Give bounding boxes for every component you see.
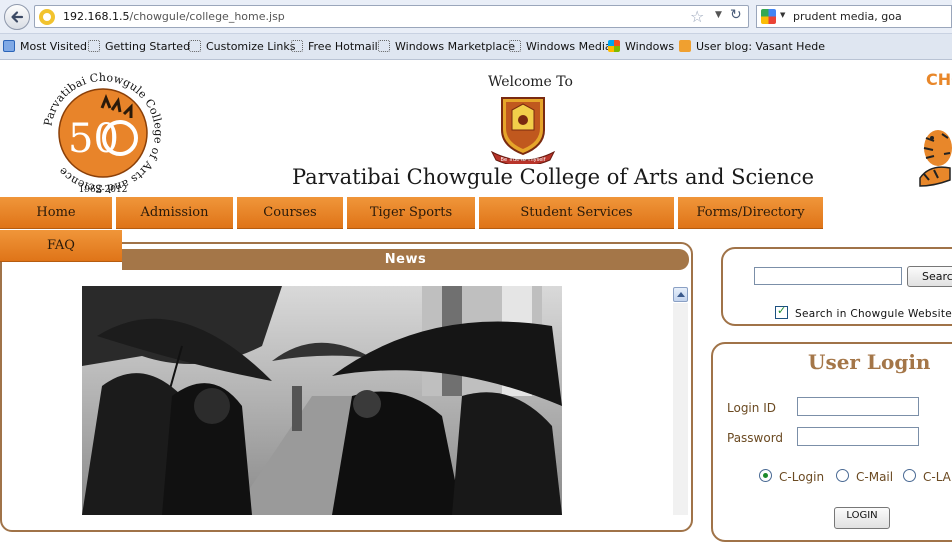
windows-icon [608, 40, 620, 52]
radio-c-login-label: C-Login [779, 470, 825, 484]
login-id-input[interactable] [797, 397, 919, 416]
bookmark-windows[interactable]: Windows [608, 40, 674, 53]
search-website-checkbox[interactable] [775, 304, 788, 319]
radio-c-la-label: C-LA [923, 470, 951, 484]
password-label: Password [727, 431, 784, 445]
svg-text:Be True to Thyself: Be True to Thyself [501, 157, 546, 163]
rss-icon [679, 40, 691, 52]
url-dropdown-icon[interactable]: ▼ [715, 10, 722, 20]
engine-dropdown-icon[interactable]: ▼ [780, 11, 785, 19]
bookmark-most-visited[interactable]: Most Visited [3, 40, 87, 53]
login-id-label: Login ID [727, 401, 776, 415]
scroll-up-arrow-icon[interactable] [673, 287, 688, 302]
back-arrow-icon [11, 11, 24, 23]
menu-admission[interactable]: Admission [116, 197, 233, 228]
page-icon [291, 40, 303, 52]
reload-icon[interactable]: ↻ [730, 7, 742, 23]
radio-c-login[interactable] [759, 469, 772, 482]
menu-student-services[interactable]: Student Services [479, 197, 674, 228]
svg-text:1962-2012: 1962-2012 [79, 185, 128, 195]
bookmark-customize-links[interactable]: Customize Links [189, 40, 296, 53]
address-bar[interactable]: 192.168.1.5/chowgule/college_home.jsp ☆ … [34, 5, 749, 28]
browser-search-box[interactable]: ▼ prudent media, goa [756, 5, 952, 28]
page-icon [509, 40, 521, 52]
news-header: News [122, 249, 689, 270]
menu-home[interactable]: Home [0, 197, 112, 228]
radio-c-mail-label: C-Mail [856, 470, 894, 484]
news-photo-umbrellas-in-rain [82, 286, 562, 515]
site-search-input[interactable] [754, 267, 902, 285]
page-icon [378, 40, 390, 52]
page-icon [88, 40, 100, 52]
menu-courses[interactable]: Courses [237, 197, 343, 228]
bookmark-free-hotmail[interactable]: Free Hotmail [291, 40, 378, 53]
bookmark-windows-media[interactable]: Windows Media [509, 40, 612, 53]
bookmark-user-blog[interactable]: User blog: Vasant Hede [679, 40, 825, 53]
login-title: User Login [808, 350, 931, 374]
bookmark-star-icon[interactable]: ☆ [690, 7, 704, 26]
site-search-button[interactable]: Search [907, 266, 952, 287]
browser-nav-bar: 192.168.1.5/chowgule/college_home.jsp ☆ … [0, 0, 952, 34]
back-button[interactable] [4, 4, 30, 30]
menu-tiger-sports[interactable]: Tiger Sports [347, 197, 475, 228]
google-icon[interactable] [761, 9, 776, 24]
welcome-text: Welcome To [488, 74, 573, 90]
login-button[interactable]: LOGIN [834, 507, 890, 529]
browser-search-text[interactable]: prudent media, goa [793, 10, 902, 23]
most-visited-icon [3, 40, 15, 52]
golden-jubilee-seal-logo: Parvatibai Chowgule College of Arts and … [41, 71, 165, 195]
bookmarks-toolbar: Most Visited Getting Started Customize L… [0, 34, 952, 60]
radio-c-mail[interactable] [836, 469, 849, 482]
menu-faq[interactable]: FAQ [0, 230, 122, 261]
college-crest-logo: Be True to Thyself [490, 97, 556, 164]
bookmark-windows-marketplace[interactable]: Windows Marketplace [378, 40, 515, 53]
news-scrollbar-track[interactable] [673, 303, 688, 515]
bookmark-getting-started[interactable]: Getting Started [88, 40, 190, 53]
tiger-mascot-icon [919, 130, 952, 187]
page-icon [189, 40, 201, 52]
search-website-checkbox-label: Search in Chowgule Website [795, 308, 952, 320]
college-title: Parvatibai Chowgule College of Arts and … [292, 165, 815, 189]
menu-forms-directory[interactable]: Forms/Directory [678, 197, 823, 228]
password-input[interactable] [797, 427, 919, 446]
site-favicon-icon [39, 9, 55, 25]
radio-c-la[interactable] [903, 469, 916, 482]
url-text[interactable]: 192.168.1.5/chowgule/college_home.jsp [63, 10, 285, 23]
side-logo-text: CHO [926, 70, 952, 89]
